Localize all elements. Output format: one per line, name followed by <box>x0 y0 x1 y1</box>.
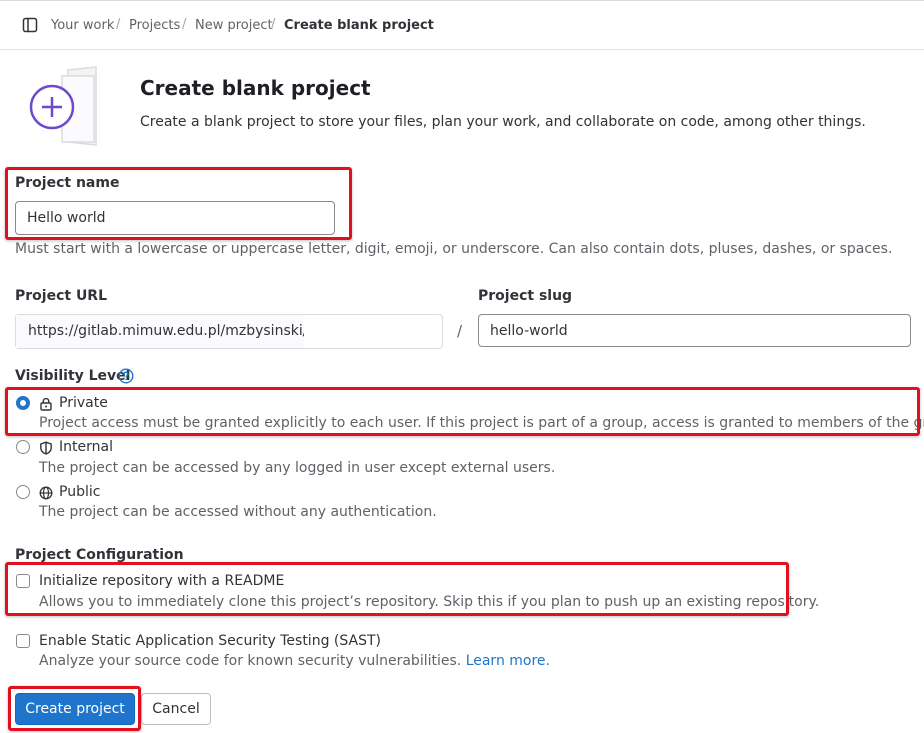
sast-checkbox[interactable] <box>16 634 30 648</box>
project-configuration-label: Project Configuration <box>15 547 184 563</box>
breadcrumb-separator: / <box>116 17 121 32</box>
breadcrumb-current: Create blank project <box>284 18 434 33</box>
breadcrumb-your-work[interactable]: Your work <box>51 18 114 33</box>
create-project-button[interactable]: Create project <box>15 693 135 725</box>
project-name-label: Project name <box>15 175 120 191</box>
url-separator: / <box>457 322 463 340</box>
project-slug-input[interactable] <box>478 314 911 347</box>
visibility-public-description: The project can be accessed without any … <box>39 504 437 520</box>
visibility-public-label[interactable]: Public <box>59 484 100 500</box>
page-description: Create a blank project to store your fil… <box>140 114 866 130</box>
readme-label[interactable]: Initialize repository with a README <box>39 573 284 589</box>
lock-icon <box>39 396 53 411</box>
visibility-internal-description: The project can be accessed by any logge… <box>39 460 556 476</box>
shield-icon <box>39 440 53 455</box>
sast-description-row: Analyze your source code for known secur… <box>39 653 550 669</box>
cancel-button[interactable]: Cancel <box>141 693 211 725</box>
visibility-public-radio[interactable] <box>16 485 30 499</box>
visibility-private-label[interactable]: Private <box>59 395 108 411</box>
project-url-label: Project URL <box>15 288 108 304</box>
visibility-internal-label[interactable]: Internal <box>59 439 113 455</box>
visibility-private-radio[interactable] <box>16 396 30 410</box>
visibility-label: Visibility Level <box>15 368 131 384</box>
project-name-help: Must start with a lowercase or uppercase… <box>15 241 893 257</box>
breadcrumb-new-project[interactable]: New project <box>195 18 273 33</box>
readme-description: Allows you to immediately clone this pro… <box>39 594 820 610</box>
sast-description: Analyze your source code for known secur… <box>39 653 462 669</box>
visibility-internal-radio[interactable] <box>16 440 30 454</box>
globe-icon <box>39 485 53 500</box>
breadcrumb-projects[interactable]: Projects <box>129 18 180 33</box>
learn-more-link[interactable]: Learn more. <box>466 653 550 669</box>
sast-label[interactable]: Enable Static Application Security Testi… <box>39 633 381 649</box>
breadcrumb-separator: / <box>182 17 187 32</box>
project-url-prefix: https://gitlab.mimuw.edu.pl/mzbysinski/ <box>16 315 304 348</box>
page-title: Create blank project <box>140 76 371 100</box>
breadcrumb-separator: / <box>271 17 276 32</box>
question-circle-icon[interactable] <box>118 368 134 384</box>
blank-project-illustration <box>28 66 112 148</box>
project-name-input[interactable] <box>15 201 335 235</box>
project-slug-label: Project slug <box>478 288 573 304</box>
readme-checkbox[interactable] <box>16 574 30 588</box>
sidebar-toggle-icon[interactable] <box>22 17 38 33</box>
visibility-private-description: Project access must be granted explicitl… <box>39 415 924 431</box>
